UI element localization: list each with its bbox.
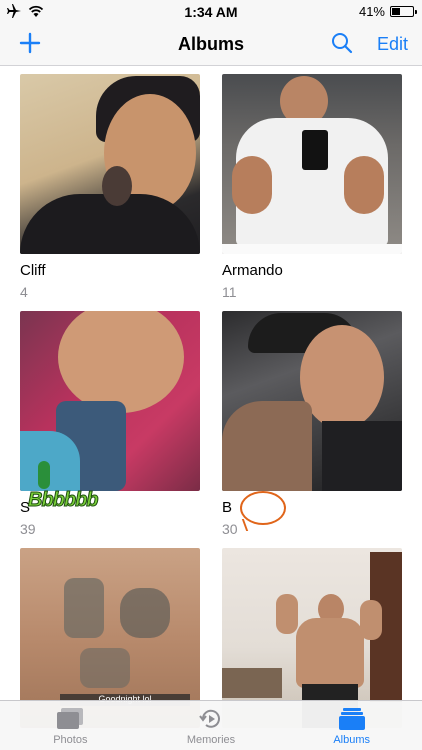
albums-icon	[338, 708, 365, 730]
album-thumbnail	[20, 311, 200, 491]
status-bar: 1:34 AM 41%	[0, 0, 422, 24]
edit-button[interactable]: Edit	[377, 34, 408, 55]
tab-label: Photos	[53, 734, 88, 746]
sticker-text: Bbbbbb	[28, 489, 100, 512]
album-count: 39	[20, 521, 36, 537]
tab-label: Memories	[186, 734, 236, 746]
album-thumbnail	[20, 74, 200, 254]
tab-photos[interactable]: Photos	[0, 701, 141, 750]
page-title: Albums	[177, 34, 244, 54]
tab-memories[interactable]: Memories	[141, 701, 282, 750]
status-right: 41%	[358, 4, 417, 19]
battery-icon	[390, 6, 417, 17]
photos-icon	[57, 708, 84, 729]
album-thumbnail	[222, 311, 402, 491]
tab-bar: Photos Memories Albums	[0, 700, 422, 750]
album-armando[interactable]: Armando 11	[222, 74, 402, 300]
battery-percent: 41%	[358, 4, 385, 19]
album-name: Cliff	[20, 262, 46, 279]
album-cliff[interactable]: Cliff 4	[20, 74, 200, 300]
album-b[interactable]: B 30	[222, 311, 402, 537]
search-icon[interactable]	[331, 32, 353, 54]
memories-icon	[199, 709, 220, 728]
album-count: 4	[20, 284, 28, 300]
album-thumbnail	[222, 74, 402, 254]
album-name: Armando	[222, 262, 283, 279]
navigation-bar: Albums Edit	[0, 24, 422, 66]
tab-albums[interactable]: Albums	[281, 701, 422, 750]
battery-fill	[392, 8, 401, 15]
tab-label: Albums	[333, 734, 371, 746]
album-count: 11	[222, 284, 237, 300]
album-s[interactable]: S 39 Bbbbbb	[20, 311, 200, 537]
